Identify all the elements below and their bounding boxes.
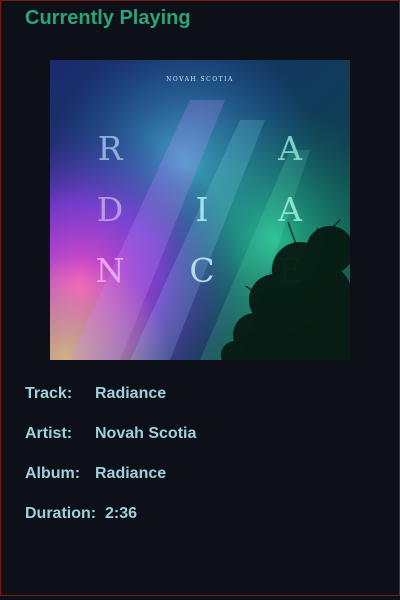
artist-value: Novah Scotia <box>95 425 197 442</box>
track-row: Track: Radiance <box>25 385 166 403</box>
album-art-letter: C <box>189 251 214 290</box>
artist-row: Artist: Novah Scotia <box>25 425 196 443</box>
now-playing-panel: Currently Playing NOVAH SCOTIA R A D I A… <box>0 0 400 596</box>
album-art-letter: D <box>97 190 123 229</box>
album-label: Album: <box>25 465 81 482</box>
duration-row: Duration: 2:36 <box>25 505 137 523</box>
track-label: Track: <box>25 385 73 402</box>
artist-label: Artist: <box>25 425 73 442</box>
track-value: Radiance <box>95 385 167 402</box>
page-title: Currently Playing <box>25 7 191 29</box>
album-art: NOVAH SCOTIA R A D I A N C E <box>50 60 350 360</box>
album-row: Album: Radiance <box>25 465 166 483</box>
album-art-letter: A <box>277 129 303 168</box>
album-art-letter: I <box>195 190 208 229</box>
album-value: Radiance <box>95 465 167 482</box>
album-art-letter: R <box>98 129 124 168</box>
album-art-letter: N <box>96 251 125 290</box>
album-art-letter: A <box>277 190 303 229</box>
duration-value: 2:36 <box>105 505 138 522</box>
album-art-artist-caption: NOVAH SCOTIA <box>166 76 234 83</box>
duration-label: Duration: <box>25 505 97 522</box>
